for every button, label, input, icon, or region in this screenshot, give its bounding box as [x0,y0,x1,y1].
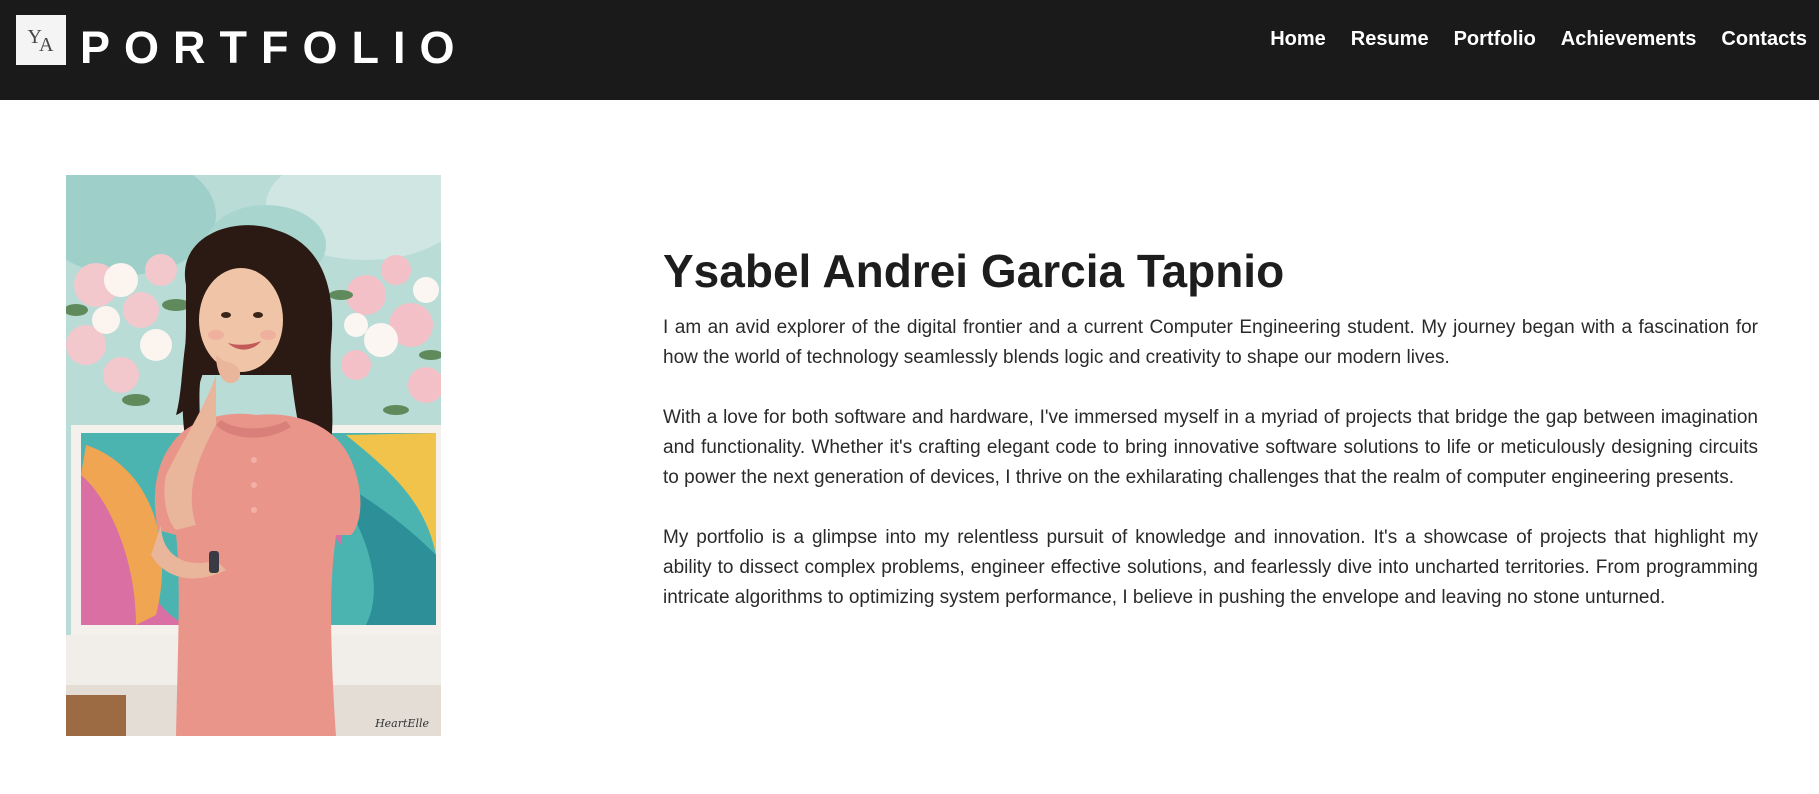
about-section: Ysabel Andrei Garcia Tapnio I am an avid… [663,245,1758,643]
nav-resume[interactable]: Resume [1351,27,1429,51]
nav-portfolio[interactable]: Portfolio [1454,27,1536,51]
about-paragraph-2: With a love for both software and hardwa… [663,407,1758,488]
nav-home[interactable]: Home [1270,27,1326,51]
top-header: YA PORTFOLIO Home Resume Portfolio Achie… [0,0,1819,100]
nav-achievements[interactable]: Achievements [1561,27,1697,51]
logo-letter-a: A [39,33,53,56]
photo-signature: HeartElle [375,717,429,730]
profile-photo: HeartElle [66,175,441,736]
logo[interactable]: YA [16,15,66,65]
brand-title: PORTFOLIO [80,22,469,73]
profile-photo-illustration [66,175,441,736]
profile-name: Ysabel Andrei Garcia Tapnio [663,245,1285,297]
about-paragraph-1: I am an avid explorer of the digital fro… [663,317,1758,368]
nav-contacts[interactable]: Contacts [1721,27,1807,51]
about-paragraph-3: My portfolio is a glimpse into my relent… [663,527,1758,608]
main-nav: Home Resume Portfolio Achievements Conta… [1270,27,1807,51]
